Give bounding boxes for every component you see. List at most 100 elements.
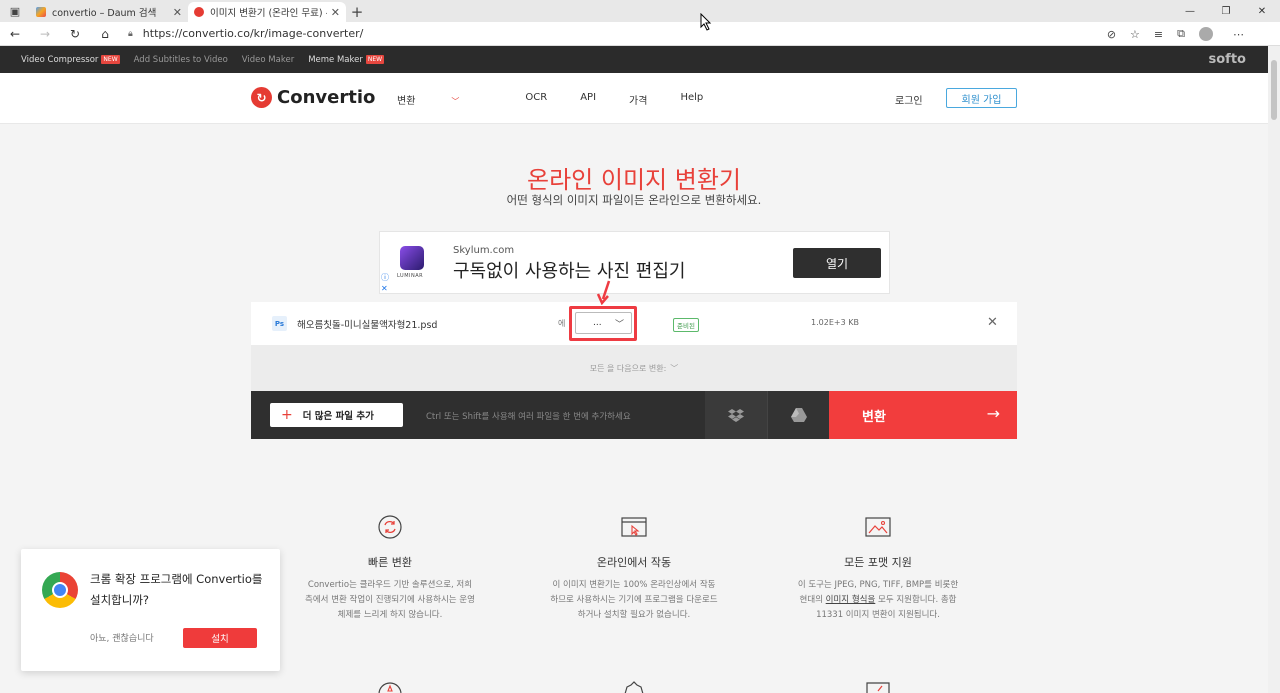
close-icon[interactable]: ✕ [173,6,182,19]
scrollbar-thumb[interactable] [1271,60,1277,120]
site-header: ↻ Convertio 변환 ﹀ OCR API 가격 Help 로그인 회원 가… [0,73,1268,124]
browser-window-icon [621,517,647,537]
main-nav: 변환 ﹀ OCR API 가격 Help [397,92,736,107]
extension-install-popup: 크롬 확장 프로그램에 Convertio를 설치합니까? 아뇨, 괜찮습니다 … [21,549,280,671]
restore-icon[interactable]: ❐ [1208,0,1244,22]
daum-favicon-icon [36,7,46,17]
close-window-icon[interactable]: ✕ [1244,0,1280,22]
topbar-link-video-compressor[interactable]: Video Compressor NEW [21,55,120,65]
ad-info-icon[interactable]: ⓘ ✕ [381,272,389,294]
chevron-down-icon: ﹀ [670,363,679,373]
collections-icon[interactable]: ⧉ [1177,27,1185,41]
home-icon[interactable]: ⌂ [90,27,120,41]
feature-title: 빠른 변환 [368,556,412,569]
convert-button[interactable]: 변환 → [829,391,1017,439]
refresh-icon[interactable]: ↻ [60,27,90,41]
status-badge: 준비된 [673,318,699,332]
decline-button[interactable]: 아뇨, 괜찮습니다 [90,631,154,644]
new-tab-button[interactable]: + [346,2,368,22]
logo-text: Convertio [277,87,376,108]
softo-topbar: Video Compressor NEW Add Subtitles to Vi… [0,46,1268,73]
plus-icon: + [281,407,293,423]
convertio-logo[interactable]: ↻ Convertio [251,87,375,108]
nav-pricing[interactable]: 가격 [629,92,647,107]
refresh-circle-icon [378,515,402,539]
signup-button[interactable]: 회원 가입 [946,88,1017,108]
google-drive-button[interactable] [767,391,829,439]
profile-avatar[interactable] [1199,27,1213,41]
tab-actions-icon[interactable]: ▣ [0,0,30,22]
multi-select-hint: Ctrl 또는 Shift를 사용해 여러 파일을 한 번에 추가하세요 [426,412,631,422]
back-icon[interactable]: ← [0,27,30,41]
feature-works-online: 온라인에서 작동 이 이미지 변환기는 100% 온라인상에서 작동하므로 사용… [549,514,719,623]
advertisement[interactable]: LUMINAR Skylum.com 구독없이 사용하는 사진 편집기 열기 ⓘ… [379,231,890,294]
softo-logo[interactable]: softo [1209,52,1246,67]
format-select[interactable]: ... ﹀ [575,312,632,334]
nav-ocr[interactable]: OCR [525,92,547,107]
url-text: https://convertio.co/kr/image-converter/ [142,27,364,40]
install-button[interactable]: 설치 [183,628,257,648]
favorites-icon[interactable]: ≡ [1154,28,1163,41]
page-scrollbar[interactable] [1268,46,1280,693]
topbar-link-add-subtitles[interactable]: Add Subtitles to Video [134,55,228,65]
image-icon [865,517,891,537]
nav-convert[interactable]: 변환 ﹀ [397,92,492,107]
tab-convertio[interactable]: 이미지 변환기 (온라인 무료) — C ✕ [188,2,346,22]
dropbox-icon [728,409,744,422]
chrome-logo-icon [42,572,78,608]
converter-panel: Ps 해오름칫돌-미니실물액자형21.psd 에 ... ﹀ 준비된 1.02E… [251,280,1017,439]
close-icon[interactable]: ✕ [331,6,340,19]
tab-daum[interactable]: convertio – Daum 검색 ✕ [30,2,188,22]
dropbox-button[interactable] [705,391,767,439]
minimize-icon[interactable]: — [1172,0,1208,22]
tracking-icon[interactable]: ⊘ [1107,28,1116,41]
feature-fast-conversion: 빠른 변환 Convertio는 클라우드 기반 솔루션으로, 저희 측에서 변… [305,514,475,623]
forward-icon[interactable]: → [30,27,60,41]
convertio-logo-icon: ↻ [251,87,272,108]
feature-desc: Convertio는 클라우드 기반 솔루션으로, 저희 측에서 변환 작업이 … [305,580,475,620]
popup-message: 크롬 확장 프로그램에 Convertio를 설치합니까? [90,572,263,607]
window-controls: — ❐ ✕ [1172,0,1280,22]
psd-file-icon: Ps [272,316,287,331]
gear-icon [624,681,644,693]
feature-title: 온라인에서 작동 [596,556,672,569]
favorite-star-icon[interactable]: ☆ [1130,28,1140,41]
nav-api[interactable]: API [580,92,596,107]
add-more-files-button[interactable]: + 더 많은 파일 추가 [270,403,403,427]
nav-help[interactable]: Help [680,92,703,107]
new-badge: NEW [101,55,120,64]
chevron-down-icon: ﹀ [451,97,460,106]
browser-tab-bar: ▣ convertio – Daum 검색 ✕ 이미지 변환기 (온라인 무료)… [0,0,1280,22]
file-row: Ps 해오름칫돌-미니실물액자형21.psd 에 ... ﹀ 준비된 1.02E… [251,280,1017,345]
chevron-down-icon: ﹀ [614,320,624,330]
convertio-favicon-icon [194,7,204,17]
tab-title: convertio – Daum 검색 [52,8,157,19]
url-field[interactable]: 🔒︎ https://convertio.co/kr/image-convert… [128,27,1088,40]
remove-file-icon[interactable]: ✕ [987,315,998,330]
convert-all-row[interactable]: 모든 을 다음으로 변환: ﹀ [251,345,1017,391]
annotation-arrow-icon [596,280,611,305]
ad-headline: 구독없이 사용하는 사진 편집기 [453,261,686,282]
login-link[interactable]: 로그인 [895,92,923,107]
luminar-logo-icon [400,246,424,270]
image-formats-link[interactable]: 이미지 형식을 [826,595,876,605]
address-bar: ← → ↻ ⌂ 🔒︎ https://convertio.co/kr/image… [0,22,1280,46]
format-value: ... [593,318,602,328]
feature-desc: 이 이미지 변환기는 100% 온라인상에서 작동하므로 사용하시는 기기에 프… [550,580,718,620]
arrow-right-icon: → [986,404,1000,423]
page-subtitle: 어떤 형식의 이미지 파일이든 온라인으로 변환하세요. [506,193,762,207]
ad-open-button[interactable]: 열기 [793,248,881,278]
new-badge: NEW [365,55,385,64]
more-icon[interactable]: ⋯ [1233,28,1244,41]
page-title: 온라인 이미지 변환기 [527,166,741,194]
convert-all-label: 모든 을 다음으로 변환: [589,363,667,373]
topbar-link-meme-maker[interactable]: Meme Maker NEW [308,55,385,65]
file-size: 1.02E+3 KB [811,318,859,327]
feature-all-formats: 모든 포맷 지원 이 도구는 JPEG, PNG, TIFF, BMP를 비롯한… [793,514,963,623]
mouse-cursor-icon [700,12,712,31]
google-drive-icon [790,408,807,422]
action-bar: + 더 많은 파일 추가 Ctrl 또는 Shift를 사용해 여러 파일을 한… [251,391,1017,439]
topbar-link-video-maker[interactable]: Video Maker [242,55,294,65]
checkbox-icon [866,682,890,693]
to-label: 에 [558,319,566,328]
